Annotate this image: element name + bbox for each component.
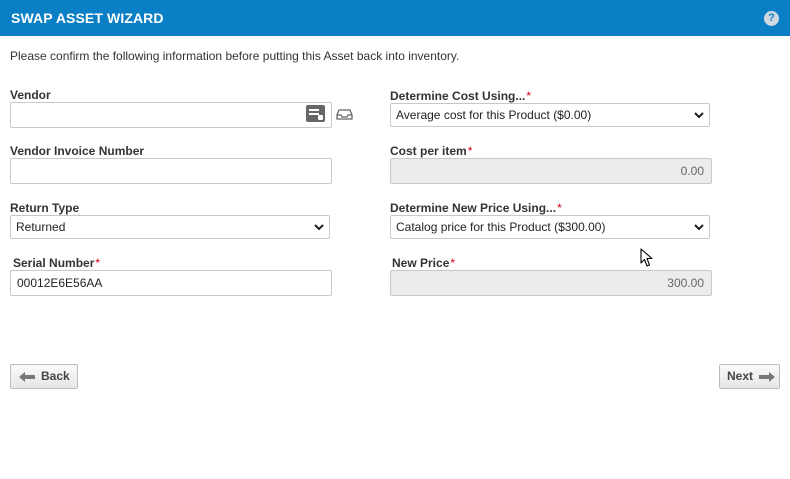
cost-per-item-field: 0.00 — [390, 158, 712, 184]
wizard-title: SWAP ASSET WIZARD — [11, 10, 164, 26]
return-type-label: Return Type — [10, 201, 80, 215]
determine-new-price-value: Catalog price for this Product ($300.00) — [396, 220, 606, 234]
next-button[interactable]: Next — [719, 364, 780, 389]
back-button-label: Back — [41, 369, 70, 383]
required-mark: * — [95, 256, 101, 270]
serial-number-field[interactable]: 00012E6E56AA — [10, 270, 332, 296]
vendor-invoice-number-label: Vendor Invoice Number — [10, 144, 145, 158]
determine-cost-value: Average cost for this Product ($0.00) — [396, 108, 592, 122]
back-button[interactable]: Back — [10, 364, 78, 389]
chevron-down-icon — [314, 224, 324, 231]
arrow-left-icon — [19, 372, 35, 382]
cost-per-item-label-text: Cost per item — [390, 144, 467, 158]
cost-per-item-label: Cost per item* — [390, 144, 472, 158]
required-mark: * — [467, 144, 473, 158]
determine-cost-select[interactable]: Average cost for this Product ($0.00) — [390, 103, 710, 127]
serial-number-label: Serial Number* — [13, 256, 100, 270]
serial-number-label-text: Serial Number — [13, 256, 95, 270]
new-price-label-text: New Price — [392, 256, 450, 270]
determine-new-price-label: Determine New Price Using...* — [390, 201, 562, 215]
required-mark: * — [526, 89, 532, 103]
mouse-cursor-icon — [640, 248, 653, 267]
new-price-label: New Price* — [392, 256, 455, 270]
determine-new-price-select[interactable]: Catalog price for this Product ($300.00) — [390, 215, 710, 239]
list-picker-icon[interactable] — [306, 105, 325, 122]
return-type-select[interactable]: Returned — [10, 215, 330, 239]
help-icon[interactable]: ? — [764, 11, 779, 26]
tray-icon[interactable] — [336, 109, 353, 120]
vendor-label: Vendor — [10, 88, 51, 102]
vendor-invoice-number-field[interactable] — [10, 158, 332, 184]
chevron-down-icon — [694, 224, 704, 231]
intro-text: Please confirm the following information… — [10, 49, 460, 63]
determine-cost-label: Determine Cost Using...* — [390, 89, 531, 103]
wizard-header: SWAP ASSET WIZARD ? — [0, 0, 790, 36]
chevron-down-icon — [694, 112, 704, 119]
determine-new-price-label-text: Determine New Price Using... — [390, 201, 557, 215]
determine-cost-label-text: Determine Cost Using... — [390, 89, 526, 103]
required-mark: * — [557, 201, 562, 215]
next-button-label: Next — [727, 369, 754, 383]
return-type-value: Returned — [16, 220, 66, 234]
new-price-field: 300.00 — [390, 270, 712, 296]
arrow-right-icon — [759, 372, 775, 382]
vendor-field[interactable] — [10, 102, 332, 128]
required-mark: * — [450, 256, 456, 270]
